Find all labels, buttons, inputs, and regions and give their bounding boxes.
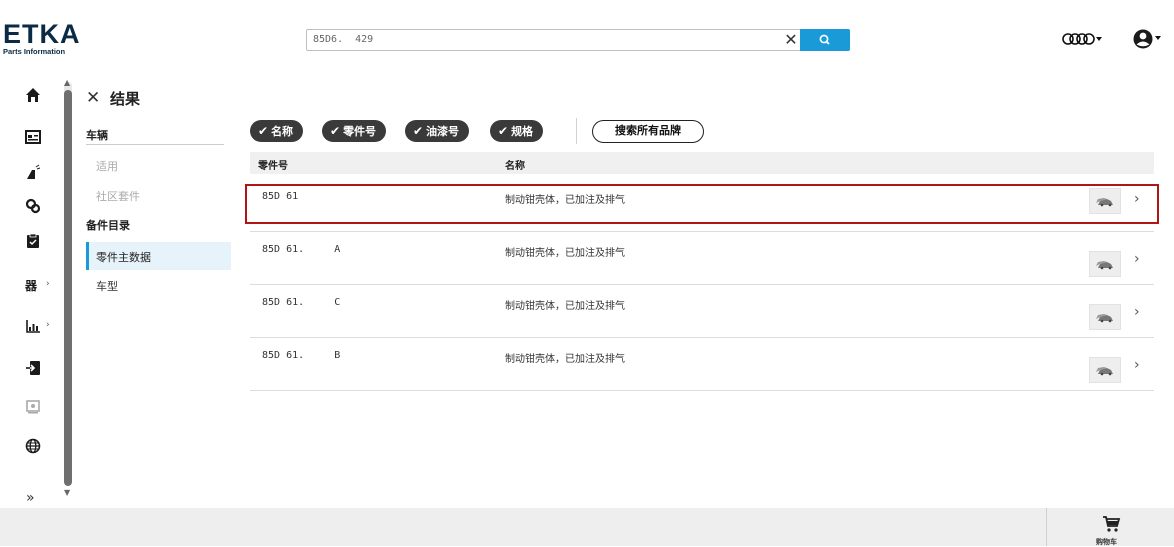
check-icon: ✔ xyxy=(258,124,269,138)
vin-icon[interactable]: 器 xyxy=(24,276,42,294)
check-icon: ✔ xyxy=(413,124,424,138)
cars-icon xyxy=(1096,314,1113,323)
section-parts-catalog: 备件目录 xyxy=(86,219,130,232)
table-row[interactable]: 85D 61. A 制动钳壳体，已加注及排气 › xyxy=(250,233,1154,285)
part-number: 85D 61 xyxy=(262,191,329,202)
nav-item-applicable[interactable]: 适用 xyxy=(96,158,118,174)
vin-chevron-icon[interactable]: › xyxy=(46,279,50,289)
brand-selector[interactable] xyxy=(1062,31,1102,50)
search-all-brands-button[interactable]: 搜索所有品牌 xyxy=(592,120,704,143)
search-input[interactable]: 85D6. 429 ✕ xyxy=(306,29,850,51)
chart-chevron-icon[interactable]: › xyxy=(46,320,50,330)
chip-label: 规格 xyxy=(511,125,534,138)
close-results-icon[interactable]: ✕ xyxy=(86,88,100,108)
scroll-up-icon[interactable]: ▲ xyxy=(64,78,70,87)
cars-icon xyxy=(1096,198,1113,207)
part-number: 85D 61. A xyxy=(262,244,341,255)
search-button[interactable] xyxy=(800,29,850,51)
chip-separator xyxy=(576,118,577,144)
part-name: 制动钳壳体，已加注及排气 xyxy=(505,354,625,365)
tools-icon[interactable] xyxy=(24,163,42,181)
globe-icon[interactable] xyxy=(24,437,42,455)
shopping-cart-icon xyxy=(1103,516,1121,532)
user-menu[interactable] xyxy=(1132,28,1166,54)
logo-title: ETKA xyxy=(3,19,81,49)
nav-item-parts-master-label: 零件主数据 xyxy=(96,251,151,264)
row-chevron-icon[interactable]: › xyxy=(1134,304,1140,320)
footer-divider xyxy=(1046,508,1047,546)
footer-bar xyxy=(0,508,1174,546)
row-chevron-icon[interactable]: › xyxy=(1134,357,1140,373)
row-chevron-icon[interactable]: › xyxy=(1134,191,1140,207)
search-icon xyxy=(819,34,830,45)
cars-icon xyxy=(1096,261,1113,270)
svg-text:器: 器 xyxy=(25,279,38,293)
home-icon[interactable] xyxy=(24,86,42,104)
parts-icon[interactable] xyxy=(24,197,42,215)
scroll-down-icon[interactable]: ▼ xyxy=(64,488,70,497)
nav-item-model[interactable]: 车型 xyxy=(96,278,118,294)
column-header-name[interactable]: 名称 xyxy=(505,157,525,172)
clear-search-icon[interactable]: ✕ xyxy=(781,30,801,50)
clipboard-icon[interactable] xyxy=(24,232,42,250)
cars-icon xyxy=(1096,367,1113,376)
search-value[interactable]: 85D6. 429 xyxy=(313,34,373,45)
sidebar-scrollbar[interactable] xyxy=(64,82,72,486)
table-row[interactable]: 85D 61 制动钳壳体，已加注及排气 › xyxy=(250,180,1154,232)
import-icon[interactable] xyxy=(24,359,42,377)
shopping-cart-button[interactable] xyxy=(1101,514,1121,538)
vehicle-button[interactable] xyxy=(1089,357,1121,383)
etka-logo[interactable]: ETKA Parts Information xyxy=(3,19,81,57)
chip-label: 名称 xyxy=(271,125,294,138)
part-name: 制动钳壳体，已加注及排气 xyxy=(505,301,625,312)
nav-item-parts-master[interactable]: 零件主数据 xyxy=(86,242,231,270)
expand-sidebar-icon[interactable]: » xyxy=(26,490,35,506)
table-header: 零件号 名称 xyxy=(250,152,1154,174)
top-header: ETKA Parts Information 85D6. 429 ✕ xyxy=(0,0,1174,78)
sidebar-scrollbar-thumb[interactable] xyxy=(64,90,72,486)
chip-label: 油漆号 xyxy=(426,125,460,138)
part-name: 制动钳壳体，已加注及排气 xyxy=(505,195,625,206)
filter-chip-spec[interactable]: ✔ 规格 xyxy=(490,120,544,142)
table-row[interactable]: 85D 61. B 制动钳壳体，已加注及排气 › xyxy=(250,339,1154,391)
viewer-icon[interactable] xyxy=(24,398,42,416)
part-name: 制动钳壳体，已加注及排气 xyxy=(505,248,625,259)
section-vehicle: 车辆 xyxy=(86,129,108,142)
vehicle-button[interactable] xyxy=(1089,251,1121,277)
catalog-icon[interactable] xyxy=(24,128,42,146)
section-divider xyxy=(86,144,224,145)
vehicle-button[interactable] xyxy=(1089,304,1121,330)
part-number: 85D 61. B xyxy=(262,350,341,361)
check-icon: ✔ xyxy=(498,124,509,138)
column-header-part-no[interactable]: 零件号 xyxy=(258,157,288,172)
vehicle-button[interactable] xyxy=(1089,188,1121,214)
chip-label: 零件号 xyxy=(343,125,377,138)
audi-rings-icon xyxy=(1062,33,1102,45)
panel-title: 结果 xyxy=(110,90,141,108)
user-icon xyxy=(1133,29,1161,49)
part-number: 85D 61. C xyxy=(262,297,341,308)
row-chevron-icon[interactable]: › xyxy=(1134,251,1140,267)
table-row[interactable]: 85D 61. C 制动钳壳体，已加注及排气 › xyxy=(250,286,1154,338)
nav-item-community-kit[interactable]: 社区套件 xyxy=(96,188,140,204)
chart-icon[interactable] xyxy=(24,317,42,335)
filter-chip-paint-number[interactable]: ✔ 油漆号 xyxy=(405,120,470,142)
filter-chip-name[interactable]: ✔ 名称 xyxy=(250,120,304,142)
filter-chip-part-number[interactable]: ✔ 零件号 xyxy=(322,120,387,142)
check-icon: ✔ xyxy=(330,124,341,138)
